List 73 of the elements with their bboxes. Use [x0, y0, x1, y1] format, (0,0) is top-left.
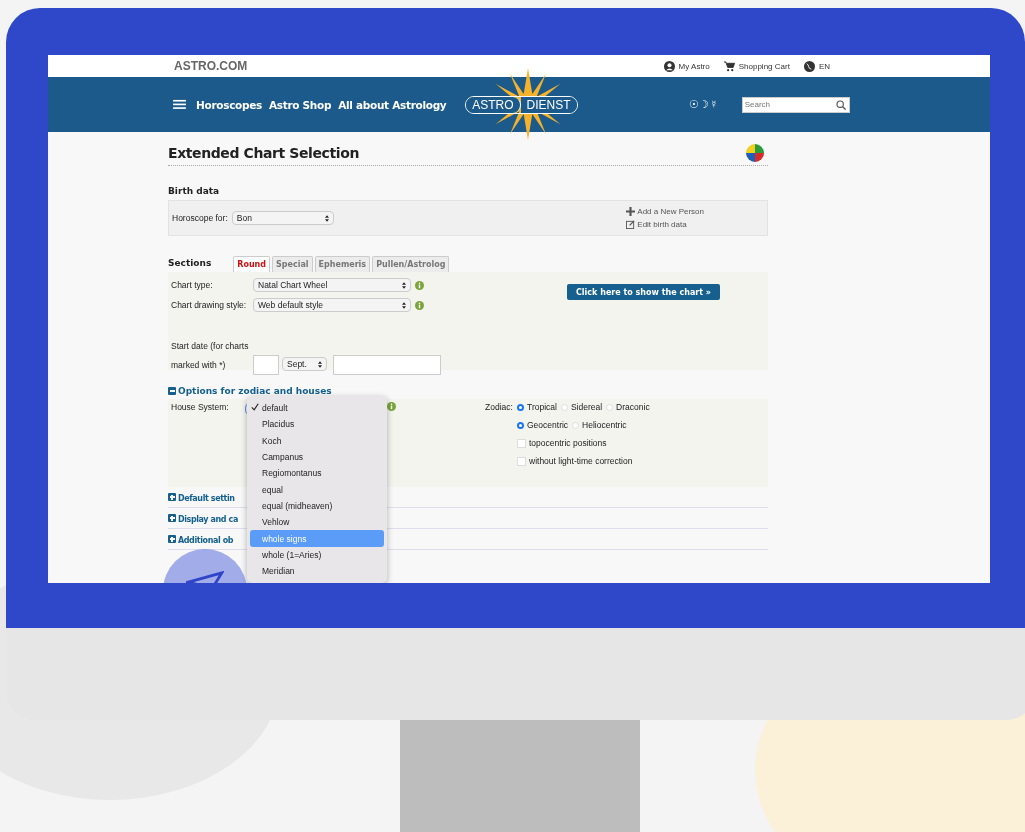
checkbox[interactable]: [517, 438, 526, 448]
field-label: House System:: [171, 402, 230, 412]
field-label: Chart type:: [171, 280, 214, 290]
globe-icon: [803, 60, 815, 72]
section-toggle[interactable]: Default settin: [168, 491, 235, 503]
action-link[interactable]: Add a New Person: [626, 207, 704, 216]
planet-symbols[interactable]: ☉☽☿: [689, 98, 718, 111]
checkmark-icon: [251, 403, 259, 412]
menu-option[interactable]: whole (1=Aries): [250, 546, 384, 563]
page-title: Extended Chart Selection: [168, 145, 359, 161]
site-logo[interactable]: ASTRO.COM: [174, 59, 248, 73]
field-label: Zodiac:: [485, 402, 514, 414]
menu-option[interactable]: default: [250, 400, 384, 417]
radio-option[interactable]: Heliocentric: [572, 420, 627, 430]
chart-wheel-icon[interactable]: [746, 144, 764, 162]
radio-option[interactable]: Sidereal: [560, 402, 603, 412]
year-field[interactable]: [333, 355, 441, 375]
search-field[interactable]: Search: [741, 96, 850, 113]
section-heading: Birth data: [168, 186, 221, 196]
top-link[interactable]: My Astro: [663, 60, 710, 72]
day-field[interactable]: [253, 355, 279, 375]
section-toggle[interactable]: Options for zodiac and houses: [168, 386, 768, 396]
field-label: Horoscope for:: [172, 213, 228, 223]
top-link[interactable]: EN: [803, 60, 830, 72]
section-tab[interactable]: Round: [233, 256, 271, 272]
info-icon[interactable]: [415, 300, 424, 310]
section-toggle[interactable]: Display and ca: [168, 512, 238, 524]
radio-button[interactable]: [517, 421, 524, 429]
section-tab[interactable]: Pullen/Astrolog: [372, 256, 450, 272]
field-label: Start date (for charts marked with *): [171, 340, 249, 372]
menu-option[interactable]: equal (midheaven): [250, 497, 384, 515]
menu-option[interactable]: Meridian: [250, 562, 384, 580]
menu-icon[interactable]: [173, 99, 186, 110]
radio-option[interactable]: Draconic: [606, 402, 650, 412]
menu-option[interactable]: Regiomontanus: [250, 465, 384, 482]
checkbox-option[interactable]: without light-time correction: [517, 456, 650, 466]
updown-arrow-icon: [318, 360, 322, 368]
dropdown-select[interactable]: Web default style: [253, 298, 411, 312]
info-icon[interactable]: [387, 402, 396, 411]
radio-option[interactable]: Tropical: [517, 402, 557, 412]
nav-link[interactable]: All about Astrology: [338, 98, 447, 111]
menu-option[interactable]: Koch: [250, 432, 384, 449]
checkbox[interactable]: [517, 456, 526, 466]
section-tab[interactable]: Special: [272, 256, 313, 272]
search-icon[interactable]: [835, 99, 846, 110]
top-link[interactable]: Shopping Cart: [723, 60, 790, 72]
show-chart-button[interactable]: Click here to show the chart »: [567, 284, 720, 300]
section-heading: Sections: [168, 258, 212, 268]
menu-option[interactable]: Placidus: [250, 416, 384, 433]
edit-icon: [626, 220, 636, 229]
updown-arrow-icon: [402, 281, 406, 289]
nav-link[interactable]: Horoscopes: [196, 98, 262, 111]
brand-logo[interactable]: ASTRO DIENST: [465, 95, 578, 114]
radio-option[interactable]: Geocentric: [517, 420, 569, 430]
menu-option[interactable]: Campanus: [250, 448, 384, 466]
menu-option[interactable]: Vehlow: [250, 514, 384, 531]
updown-arrow-icon: [324, 214, 329, 222]
radio-button[interactable]: [517, 403, 524, 411]
person-select[interactable]: Bon: [231, 211, 334, 225]
dropdown-select[interactable]: Natal Chart Wheel: [253, 278, 411, 292]
section-toggle[interactable]: Additional ob: [168, 533, 234, 545]
cart-icon: [723, 60, 735, 72]
info-icon[interactable]: [415, 280, 424, 290]
plus-icon: [626, 207, 636, 216]
updown-arrow-icon: [402, 301, 406, 309]
month-select[interactable]: Sept.: [282, 357, 327, 371]
checkbox-option[interactable]: topocentric positions: [517, 438, 650, 448]
section-tab[interactable]: Ephemeris: [314, 256, 371, 272]
user-icon: [663, 60, 675, 72]
action-link[interactable]: Edit birth data: [626, 220, 704, 229]
nav-link[interactable]: Astro Shop: [268, 98, 332, 111]
menu-option[interactable]: equal: [250, 481, 384, 498]
field-label: Chart drawing style:: [171, 300, 248, 310]
